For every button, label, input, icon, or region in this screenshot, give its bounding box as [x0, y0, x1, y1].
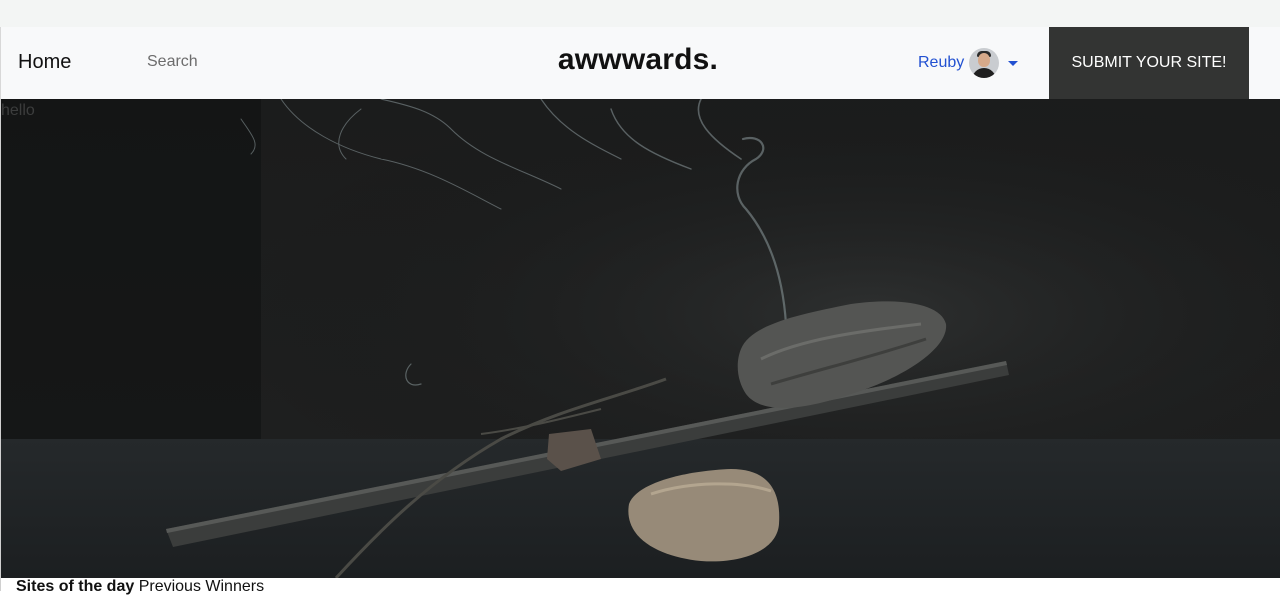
navbar: Home awwwards. Reuby SUBMIT YOUR SITE! [0, 27, 1280, 99]
top-strip [0, 0, 1280, 27]
user-menu-toggle[interactable]: Reuby [918, 47, 1019, 79]
page-border [0, 99, 1, 591]
tab-previous-winners[interactable]: Previous Winners [139, 578, 264, 595]
search-input[interactable] [141, 47, 341, 77]
section-tabs: Sites of the day Previous Winners [16, 578, 264, 596]
home-link[interactable]: Home [18, 51, 71, 74]
caret-down-icon [1008, 60, 1019, 66]
tab-sites-of-the-day[interactable]: Sites of the day [16, 578, 134, 595]
hero-illustration [1, 99, 1280, 578]
hero-image: hello [1, 99, 1280, 578]
brand-logo[interactable]: awwwards. [558, 43, 718, 76]
hero-text: hello [1, 102, 35, 119]
user-avatar [969, 48, 1000, 78]
user-name: Reuby [918, 54, 965, 71]
submit-site-button[interactable]: SUBMIT YOUR SITE! [1049, 27, 1249, 99]
